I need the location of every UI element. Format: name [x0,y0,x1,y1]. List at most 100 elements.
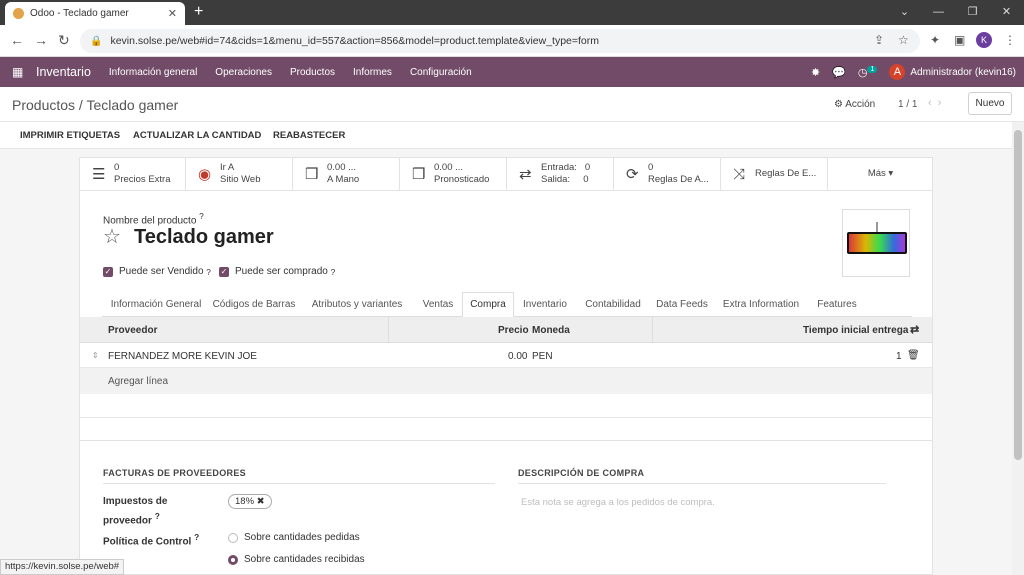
address-bar[interactable]: 🔒 kevin.solse.pe/web#id=74&cids=1&menu_i… [80,29,920,53]
bug-icon[interactable]: ✸ [811,66,820,79]
action-menu-button[interactable]: ⚙ Acción [834,99,875,110]
apps-grid-icon[interactable]: ▦ [12,65,26,79]
smart-label: Sitio Web [220,174,261,185]
favorite-star-icon[interactable]: ☆ [103,224,121,249]
tab-data-feeds[interactable]: Data Feeds [654,292,710,317]
cubes-icon: ❒ [412,166,426,183]
tab-atributos-y-variantes[interactable]: Atributos y variantes [302,292,412,317]
product-image[interactable] [842,209,910,277]
add-line-link[interactable]: Agregar línea [108,376,168,387]
update-quantity-button[interactable]: ACTUALIZAR LA CANTIDAD [133,130,261,141]
col-proveedor[interactable]: Proveedor [108,325,157,336]
new-button[interactable]: Nuevo [968,92,1012,115]
tab-features[interactable]: Features [812,292,862,317]
tab-codigos-de-barras[interactable]: Códigos de Barras [210,292,298,317]
smart-value: 0.00 ... [327,162,357,173]
sidebar-icon[interactable]: ▣ [954,33,965,47]
scrollbar[interactable] [1012,122,1024,575]
can-be-purchased-checkbox[interactable]: ✓ Puede ser comprado ? [219,266,335,277]
in-out-button[interactable]: ⇄ Entrada: 0 Salida: 0 [507,158,614,191]
extensions-icon[interactable]: ✦ [930,33,940,47]
browser-menu-icon[interactable]: ⋮ [1004,33,1016,47]
replenish-button[interactable]: REABASTECER [273,130,345,141]
bookmark-star-icon[interactable]: ☆ [898,33,909,47]
go-to-website-button[interactable]: ◉ Ir A Sitio Web [186,158,293,191]
menu-operaciones[interactable]: Operaciones [215,67,272,78]
col-moneda[interactable]: Moneda [532,325,570,336]
menu-informacion-general[interactable]: Información general [109,67,197,78]
pager-value[interactable]: 1 / 1 [898,99,917,110]
vendor-cell[interactable]: FERNANDEZ MORE KEVIN JOE [108,351,257,362]
share-icon[interactable]: ⇪ [874,33,884,47]
radio-ordered-quantities[interactable]: Sobre cantidades pedidas [228,532,360,543]
smart-value: Ir A [220,162,235,173]
col-precio[interactable]: Precio [498,325,529,336]
radio-unchecked-icon [228,532,238,543]
odoo-top-nav: ▦ Inventario Información general Operaci… [0,57,1024,87]
app-name[interactable]: Inventario [36,65,91,79]
new-tab-button[interactable]: + [194,3,203,21]
tab-informacion-general[interactable]: Información General [106,292,206,317]
vendor-taxes-label: Impuestos de proveedor ? [103,494,167,528]
form-notebook-tabs: Información General Códigos de Barras At… [102,292,912,317]
reload-icon[interactable]: ↻ [58,32,70,49]
browser-tab[interactable]: Odoo - Teclado gamer ✕ [5,2,185,25]
help-mark: ? [330,266,336,277]
checkbox-checked-icon: ✓ [103,266,113,277]
optional-columns-icon[interactable]: ⇄ [910,323,919,336]
column-divider [388,317,389,343]
activity-clock-icon[interactable]: ◷ 1 [858,65,878,79]
reordering-rules-button[interactable]: ⟳ 0 Reglas De A... [614,158,721,191]
smart-label: Precios Extra [114,174,171,185]
tab-extra-information[interactable]: Extra Information [716,292,806,317]
col-tiempo-inicial-entrega[interactable]: Tiempo inicial entrega [803,325,908,336]
pager-arrows[interactable]: ‹ › [928,97,941,109]
smart-label: Salida: 0 [541,174,589,185]
exchange-icon: ⇄ [519,166,532,183]
tab-compra[interactable]: Compra [462,292,514,317]
price-cell[interactable]: 0.00 [508,351,527,362]
minimize-window-button[interactable]: — [922,0,955,23]
chat-icon[interactable]: 💬 [832,66,846,79]
tab-search-icon[interactable]: ⌄ [888,0,921,23]
user-name[interactable]: Administrador (kevin16) [910,67,1016,78]
tab-contabilidad[interactable]: Contabilidad [578,292,648,317]
radio-received-quantities[interactable]: Sobre cantidades recibidas [228,554,365,565]
drag-handle-icon[interactable]: ⇕ [92,351,99,360]
trash-icon[interactable]: 🗑 [907,350,920,361]
lead-time-cell[interactable]: 1 [896,351,902,362]
restore-window-button[interactable]: ❐ [956,0,989,23]
remove-tag-icon[interactable]: ✖ [257,496,265,507]
forecasted-button[interactable]: ❒ 0.00 ... Pronosticado [400,158,507,191]
breadcrumb[interactable]: Productos / Teclado gamer [12,97,178,113]
status-actions-bar: IMPRIMIR ETIQUETAS ACTUALIZAR LA CANTIDA… [0,122,1024,149]
forward-arrow-icon[interactable]: → [34,32,48,48]
tab-ventas[interactable]: Ventas [416,292,460,317]
tab-inventario[interactable]: Inventario [518,292,572,317]
on-hand-button[interactable]: ❒ 0.00 ... A Mano [293,158,400,191]
can-be-sold-checkbox[interactable]: ✓ Puede ser Vendido ? [103,266,211,277]
status-url-tooltip: https://kevin.solse.pe/web# [0,559,125,575]
purchase-description-field[interactable]: Esta nota se agrega a los pedidos de com… [521,497,715,508]
user-avatar[interactable]: A [889,64,906,80]
more-button[interactable]: Más ▾ [828,158,933,191]
back-arrow-icon[interactable]: ← [10,32,24,48]
print-labels-button[interactable]: IMPRIMIR ETIQUETAS [20,130,120,141]
menu-informes[interactable]: Informes [353,67,392,78]
putaway-rules-button[interactable]: ⤨ Reglas De E... [721,158,828,191]
tax-tag[interactable]: 18% ✖ [228,494,272,509]
browser-tab-strip: Odoo - Teclado gamer ✕ + ⌄ — ❐ ✕ [0,0,1024,25]
menu-configuracion[interactable]: Configuración [410,67,472,78]
close-tab-icon[interactable]: ✕ [168,7,177,20]
smart-value: 0 [114,162,120,173]
product-name[interactable]: Teclado gamer [134,226,274,249]
browser-tab-title: Odoo - Teclado gamer [30,8,129,19]
menu-productos[interactable]: Productos [290,67,335,78]
close-window-button[interactable]: ✕ [990,0,1023,23]
extra-prices-button[interactable]: ☰ 0 Precios Extra [80,158,186,191]
table-row[interactable]: ⇕ FERNANDEZ MORE KEVIN JOE 0.00 PEN 1 🗑 [80,343,932,368]
smart-value: Entrada: 0 [541,162,591,173]
currency-cell[interactable]: PEN [532,351,553,362]
browser-profile-avatar[interactable]: K [976,32,992,48]
scrollbar-thumb[interactable] [1014,130,1022,460]
